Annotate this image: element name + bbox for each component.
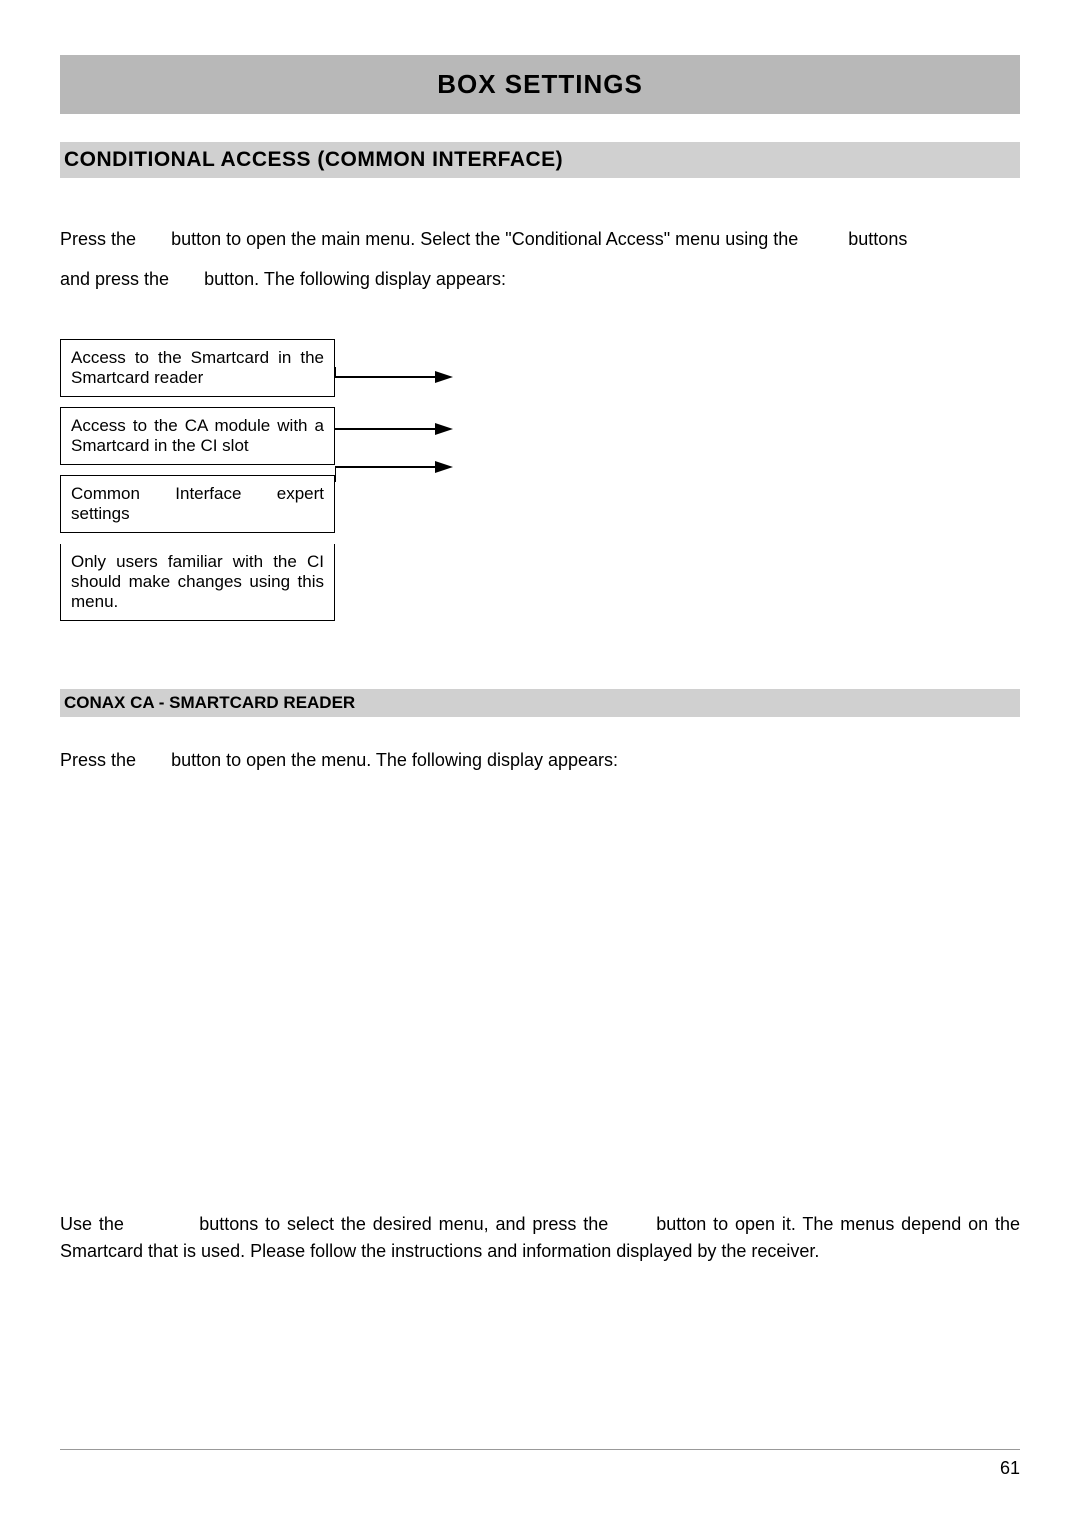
lower-text-b: buttons to select the desired menu, and … — [199, 1214, 615, 1234]
page-number: 61 — [1000, 1458, 1020, 1478]
callout-box-ca-module: Access to the CA module with a Smartcard… — [60, 407, 335, 465]
arrow-icon — [335, 367, 455, 387]
button-placeholder-icon — [803, 229, 843, 249]
button-placeholder-icon — [131, 1214, 193, 1234]
callout-1-text: Access to the Smartcard in the Smartcard… — [71, 348, 324, 387]
button-placeholder-icon — [615, 1214, 649, 1234]
subsection-heading: CONAX CA - SMARTCARD READER — [60, 689, 1020, 717]
intro-text-2b: button. The following display appears: — [204, 269, 506, 289]
callout-box-expert-settings: Common Interface expert settings — [60, 475, 335, 533]
intro-text-2a: and press the — [60, 269, 174, 289]
button-placeholder-icon — [141, 750, 166, 770]
callout-box-warning: Only users familiar with the CI should m… — [60, 544, 335, 621]
intro-paragraph: Press the button to open the main menu. … — [60, 220, 1020, 299]
button-placeholder-icon — [141, 229, 166, 249]
arrow-icon — [335, 457, 455, 487]
sub-text-a: Press the — [60, 750, 141, 770]
subsection-heading-text: CONAX CA - SMARTCARD READER — [64, 693, 355, 712]
page-footer: 61 — [60, 1449, 1020, 1479]
lower-text-a: Use the — [60, 1214, 131, 1234]
callout-3-text: Common Interface expert settings — [71, 484, 324, 523]
intro-text-1c: buttons — [848, 229, 907, 249]
section-heading-text: CONDITIONAL ACCESS (COMMON INTERFACE) — [64, 148, 563, 171]
callout-diagram: Access to the Smartcard in the Smartcard… — [60, 339, 1020, 629]
intro-text-1b: button to open the main menu. Select the… — [171, 229, 803, 249]
lower-paragraph: Use the buttons to select the desired me… — [60, 1211, 1020, 1265]
page-title-banner: BOX SETTINGS — [60, 55, 1020, 114]
section-heading: CONDITIONAL ACCESS (COMMON INTERFACE) — [60, 142, 1020, 178]
intro-text-1a: Press the — [60, 229, 141, 249]
callout-box-smartcard-reader: Access to the Smartcard in the Smartcard… — [60, 339, 335, 397]
button-placeholder-icon — [174, 269, 199, 289]
callout-4-text: Only users familiar with the CI should m… — [71, 552, 324, 611]
callout-2-text: Access to the CA module with a Smartcard… — [71, 416, 324, 455]
arrow-icon — [335, 419, 455, 439]
subsection-intro: Press the button to open the menu. The f… — [60, 741, 1020, 781]
page-title-text: BOX SETTINGS — [437, 69, 643, 99]
sub-text-b: button to open the menu. The following d… — [171, 750, 618, 770]
